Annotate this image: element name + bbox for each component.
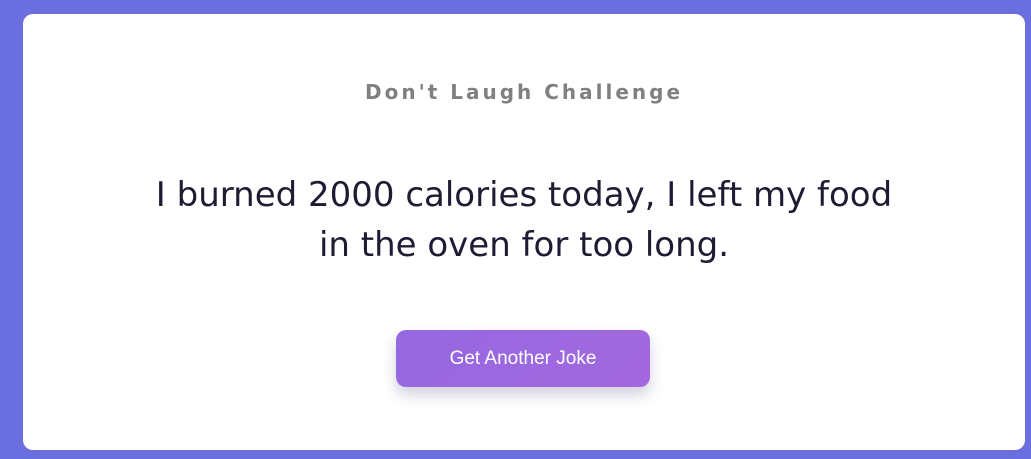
app-title: Don't Laugh Challenge <box>364 80 684 104</box>
joke-card: Don't Laugh Challenge I burned 2000 calo… <box>23 14 1025 450</box>
joke-text: I burned 2000 calories today, I left my … <box>155 175 893 265</box>
get-another-joke-button[interactable]: Get Another Joke <box>396 330 650 387</box>
